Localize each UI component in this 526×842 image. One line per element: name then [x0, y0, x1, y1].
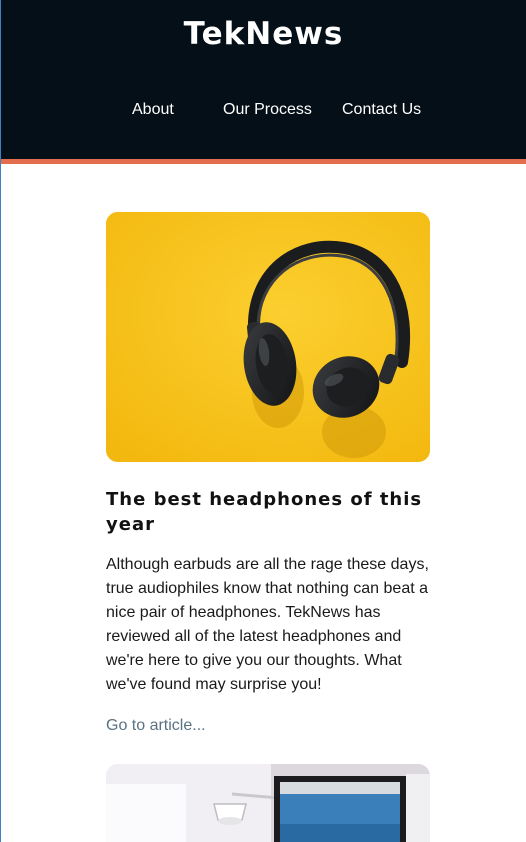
nav-link-our-process[interactable]: Our Process — [223, 100, 312, 120]
site-logo[interactable]: TekNews — [1, 16, 526, 52]
headphones-icon — [106, 212, 430, 462]
nav-link-about[interactable]: About — [132, 100, 174, 120]
site-header: TekNews About Our Process Contact Us — [1, 0, 526, 159]
article-summary: Although earbuds are all the rage these … — [106, 556, 429, 693]
article-image[interactable] — [106, 764, 430, 842]
go-to-article-link[interactable]: Go to article... — [106, 715, 206, 737]
main-nav: About Our Process Contact Us — [1, 100, 526, 122]
article-image[interactable] — [106, 212, 430, 462]
article-title: The best headphones of this year — [106, 489, 423, 535]
desk-monitor-icon — [106, 764, 430, 842]
header-accent-bar — [1, 159, 526, 164]
nav-link-contact-us[interactable]: Contact Us — [342, 100, 421, 120]
